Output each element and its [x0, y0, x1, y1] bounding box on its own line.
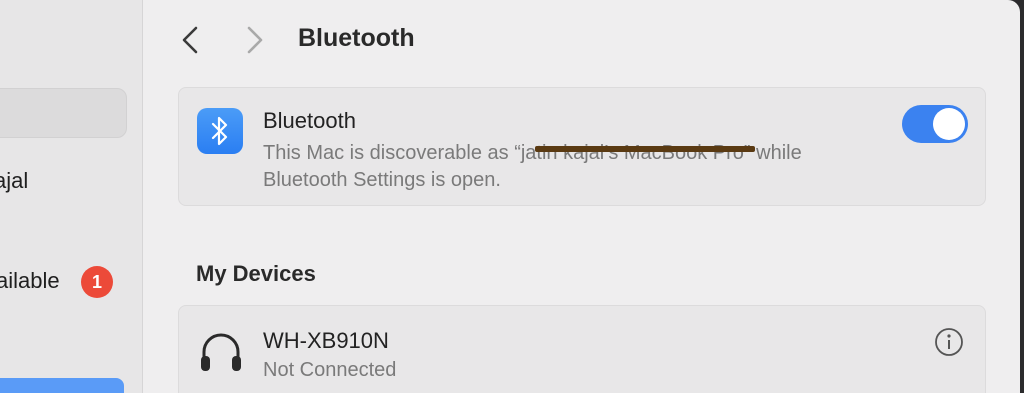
device-status: Not Connected	[263, 359, 397, 381]
sidebar-search-field[interactable]	[0, 88, 127, 138]
page-title: Bluetooth	[298, 24, 415, 52]
sidebar-item-selected[interactable]	[0, 378, 124, 393]
redaction-mark	[535, 146, 755, 152]
back-button[interactable]	[175, 22, 205, 58]
bluetooth-card: Bluetooth This Mac is discoverable as “j…	[178, 87, 986, 206]
bluetooth-title: Bluetooth	[263, 108, 356, 133]
info-icon[interactable]	[934, 327, 964, 357]
headphones-icon	[201, 333, 241, 371]
bluetooth-toggle[interactable]	[902, 105, 968, 143]
chevron-right-icon	[247, 26, 263, 54]
window-edge	[1020, 0, 1024, 393]
device-row[interactable]: WH-XB910N Not Connected	[178, 305, 986, 393]
sidebar-item-user-account[interactable]: ajal	[0, 168, 28, 194]
my-devices-heading: My Devices	[196, 261, 316, 286]
forward-button[interactable]	[240, 22, 270, 58]
bluetooth-icon	[197, 108, 243, 154]
settings-pane: Bluetooth Bluetooth This Mac is discover…	[143, 0, 1020, 393]
update-count-badge: 1	[81, 266, 113, 298]
device-name: WH-XB910N	[263, 328, 389, 353]
chevron-left-icon	[182, 26, 198, 54]
sidebar: ajal ailable 1	[0, 0, 143, 393]
sidebar-item-software-update[interactable]: ailable	[0, 268, 60, 294]
toggle-knob	[933, 108, 965, 140]
